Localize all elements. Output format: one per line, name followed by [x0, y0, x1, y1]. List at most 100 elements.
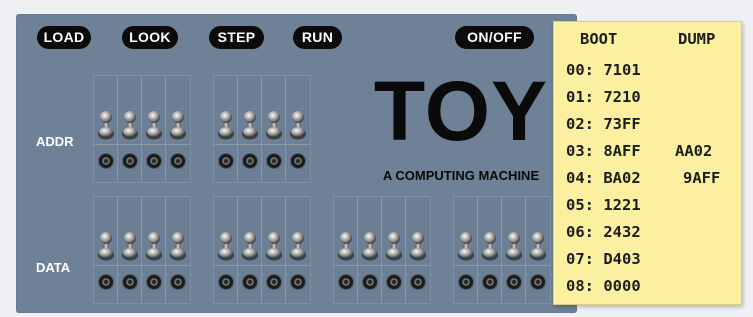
indicator-light-icon [99, 154, 113, 168]
toggle-switch-icon[interactable] [289, 231, 307, 261]
indicator-light-icon [483, 275, 497, 289]
switch-cell [94, 76, 118, 182]
toggle-switch-icon[interactable] [265, 110, 283, 140]
switch-cell [478, 197, 502, 303]
indicator-light-icon [243, 275, 257, 289]
indicator-light-icon [123, 275, 137, 289]
note-line: 05: 1221 [566, 196, 641, 214]
switch-cell [214, 197, 238, 303]
toggle-switch-icon[interactable] [217, 110, 235, 140]
indicator-light-icon [339, 275, 353, 289]
switch-cell [142, 197, 166, 303]
switch-cell [526, 197, 550, 303]
indicator-light-icon [531, 275, 545, 289]
addr-switch-group-2 [213, 75, 311, 183]
switch-cell [238, 76, 262, 182]
look-button[interactable]: LOOK [122, 26, 178, 49]
note-line: 07: D403 [566, 250, 641, 268]
toggle-switch-icon[interactable] [241, 110, 259, 140]
indicator-light-icon [99, 275, 113, 289]
switch-cell [262, 76, 286, 182]
switch-cell [502, 197, 526, 303]
switch-cell [142, 76, 166, 182]
addr-label: ADDR [36, 134, 74, 149]
toy-machine-panel: LOAD LOOK STEP RUN ON/OFF ADDR DATA TOY … [16, 14, 577, 313]
toggle-switch-icon[interactable] [169, 231, 187, 261]
indicator-light-icon [219, 275, 233, 289]
toggle-switch-icon[interactable] [121, 231, 139, 261]
toggle-switch-icon[interactable] [145, 231, 163, 261]
toggle-switch-icon[interactable] [409, 231, 427, 261]
indicator-light-icon [459, 275, 473, 289]
note-header-dump: DUMP [678, 30, 716, 48]
note-line: 04: BA02 [566, 169, 641, 187]
toggle-switch-icon[interactable] [121, 110, 139, 140]
indicator-light-icon [267, 275, 281, 289]
indicator-light-icon [171, 154, 185, 168]
indicator-light-icon [507, 275, 521, 289]
toggle-switch-icon[interactable] [361, 231, 379, 261]
note-line: 08: 0000 [566, 277, 641, 295]
note-dump-value: 9AFF [683, 169, 721, 187]
note-line: 03: 8AFF [566, 142, 641, 160]
load-button[interactable]: LOAD [37, 26, 91, 49]
toggle-switch-icon[interactable] [241, 231, 259, 261]
indicator-light-icon [147, 154, 161, 168]
switch-cell [118, 197, 142, 303]
switch-cell [406, 197, 430, 303]
switch-cell [94, 197, 118, 303]
switch-cell [382, 197, 406, 303]
data-switch-group-3 [333, 196, 431, 304]
switch-cell [262, 197, 286, 303]
indicator-light-icon [171, 275, 185, 289]
data-switch-group-1 [93, 196, 191, 304]
toggle-switch-icon[interactable] [385, 231, 403, 261]
on-off-button[interactable]: ON/OFF [455, 26, 534, 49]
indicator-light-icon [243, 154, 257, 168]
switch-cell [286, 76, 310, 182]
switch-cell [214, 76, 238, 182]
indicator-light-icon [147, 275, 161, 289]
toggle-switch-icon[interactable] [289, 110, 307, 140]
toggle-switch-icon[interactable] [169, 110, 187, 140]
indicator-light-icon [123, 154, 137, 168]
addr-switch-group-1 [93, 75, 191, 183]
switch-cell [334, 197, 358, 303]
note-line: 00: 7101 [566, 61, 641, 79]
toggle-switch-icon[interactable] [505, 231, 523, 261]
toggle-switch-icon[interactable] [97, 110, 115, 140]
toggle-switch-icon[interactable] [457, 231, 475, 261]
data-label: DATA [36, 260, 71, 275]
toggle-switch-icon[interactable] [217, 231, 235, 261]
note-line: 02: 73FF [566, 115, 641, 133]
indicator-light-icon [291, 154, 305, 168]
data-switch-group-2 [213, 196, 311, 304]
switch-cell [166, 76, 190, 182]
toggle-switch-icon[interactable] [481, 231, 499, 261]
note-header-boot: BOOT [580, 30, 618, 48]
switch-cell [286, 197, 310, 303]
toggle-switch-icon[interactable] [145, 110, 163, 140]
switch-cell [118, 76, 142, 182]
indicator-light-icon [387, 275, 401, 289]
switch-cell [238, 197, 262, 303]
toggle-switch-icon[interactable] [337, 231, 355, 261]
indicator-light-icon [219, 154, 233, 168]
step-button[interactable]: STEP [209, 26, 264, 49]
toy-subtitle: A COMPUTING MACHINE [382, 168, 540, 183]
toy-title: TOY [373, 64, 549, 158]
toggle-switch-icon[interactable] [97, 231, 115, 261]
toggle-switch-icon[interactable] [265, 231, 283, 261]
note-line: 01: 7210 [566, 88, 641, 106]
note-dump-value: AA02 [675, 142, 713, 160]
switch-cell [358, 197, 382, 303]
boot-dump-note: BOOT DUMP 00: 7101 01: 7210 02: 73FF 03:… [553, 21, 742, 305]
run-button[interactable]: RUN [293, 26, 342, 49]
indicator-light-icon [291, 275, 305, 289]
indicator-light-icon [267, 154, 281, 168]
toggle-switch-icon[interactable] [529, 231, 547, 261]
data-switch-group-4 [453, 196, 551, 304]
switch-cell [166, 197, 190, 303]
indicator-light-icon [363, 275, 377, 289]
note-line: 06: 2432 [566, 223, 641, 241]
